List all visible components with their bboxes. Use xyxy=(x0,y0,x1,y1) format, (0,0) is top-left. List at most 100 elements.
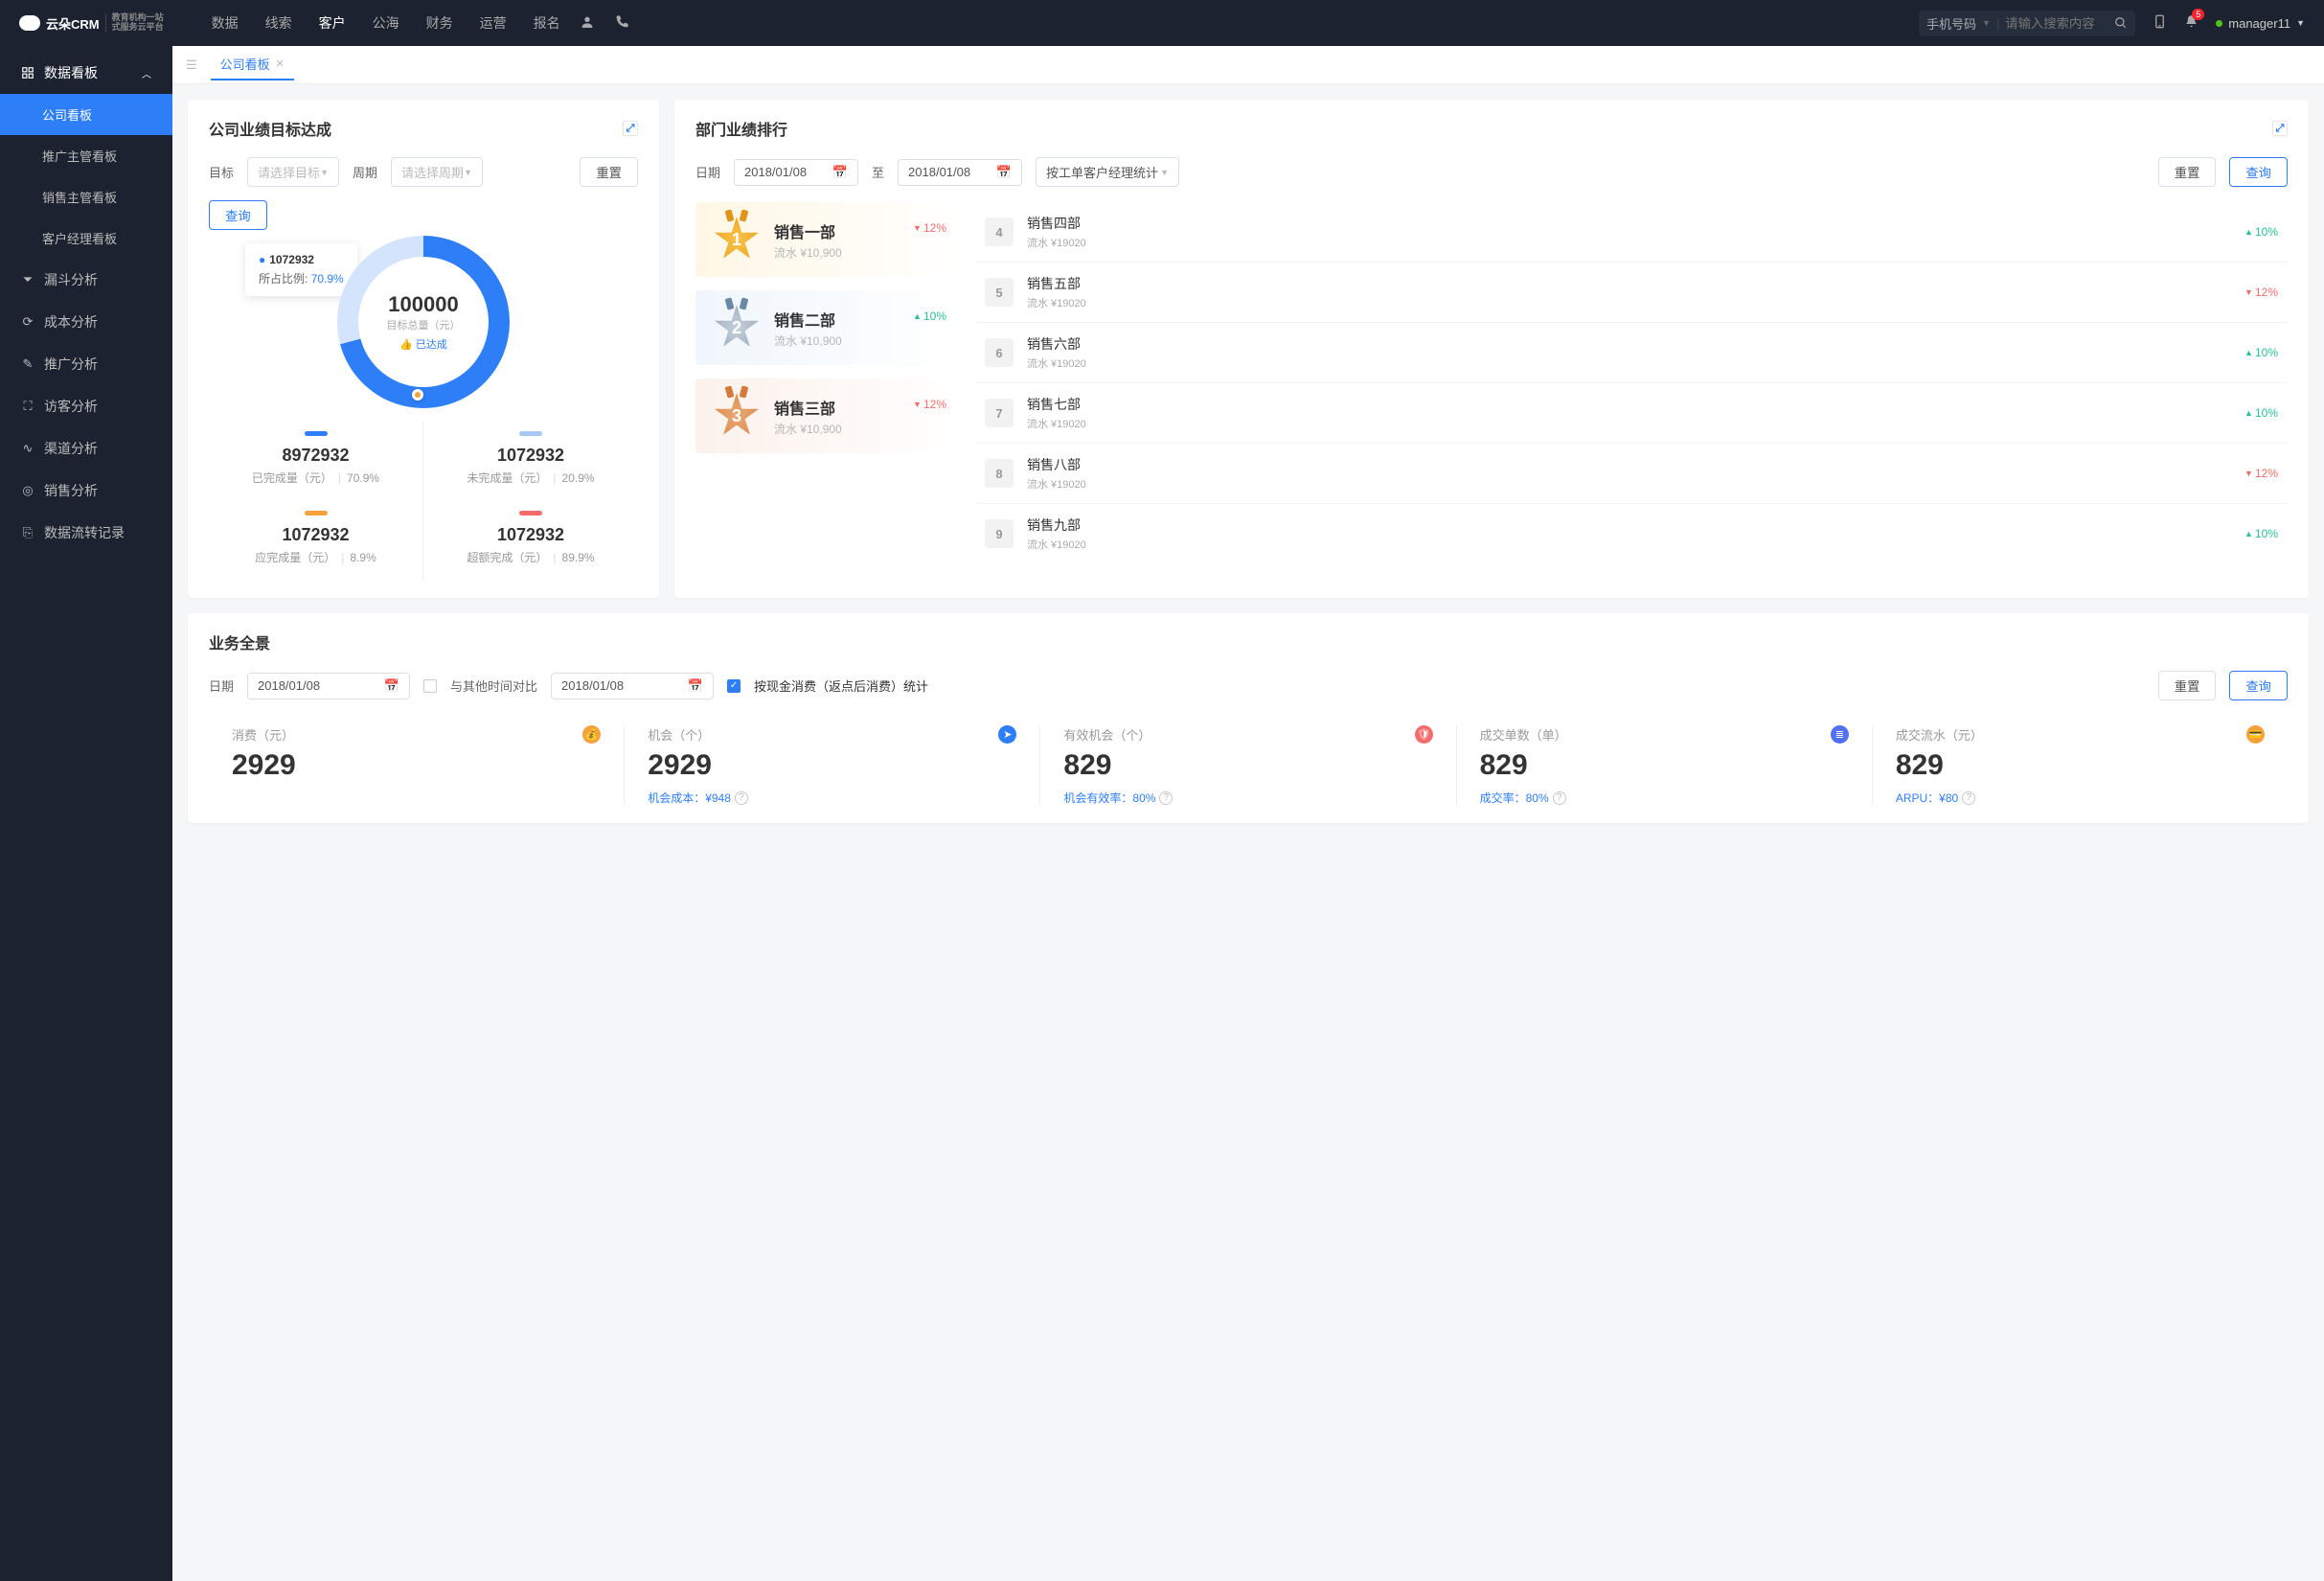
chevron-up-icon: ︿ xyxy=(142,66,151,80)
phone-icon[interactable] xyxy=(614,14,629,33)
nav-item-0[interactable]: 数据 xyxy=(212,13,239,33)
sidebar-head-dashboard[interactable]: 数据看板 ︿ xyxy=(0,52,172,94)
logo[interactable]: 云朵CRM 教育机构一站 式服务云平台 xyxy=(19,13,164,33)
delta-badge: ▼12% xyxy=(913,398,946,411)
sidebar-sub-3[interactable]: 客户经理看板 xyxy=(0,218,172,259)
label-target: 目标 xyxy=(209,163,234,181)
sidebar-item-2[interactable]: ✎推广分析 xyxy=(0,343,172,385)
date-from[interactable]: 2018/01/08📅 xyxy=(734,159,858,186)
ov-date2[interactable]: 2018/01/08📅 xyxy=(551,673,714,699)
sidebar-item-5[interactable]: ◎销售分析 xyxy=(0,470,172,512)
query-button[interactable]: 查询 xyxy=(209,200,267,230)
tabs-bar: ☰ 公司看板 ✕ xyxy=(172,46,2324,84)
compare-checkbox[interactable] xyxy=(423,679,437,693)
rank-top-3[interactable]: 3销售三部流水 ¥10,900▼12% xyxy=(695,378,964,453)
logo-text: 云朵CRM xyxy=(46,14,100,33)
sidebar-item-3[interactable]: ⛶访客分析 xyxy=(0,385,172,427)
menu-toggle-icon[interactable]: ☰ xyxy=(186,57,197,73)
date-to[interactable]: 2018/01/08📅 xyxy=(898,159,1022,186)
label-date: 日期 xyxy=(209,676,234,695)
rank-title: 部门业绩排行 xyxy=(695,117,787,140)
medal-icon: 3 xyxy=(713,392,761,440)
metric-cell-1: 1072932未完成量（元）|20.9% xyxy=(423,422,638,501)
search-icon[interactable] xyxy=(2114,16,2128,30)
logo-icon xyxy=(19,15,40,31)
sidebar-icon: ⛶ xyxy=(21,400,34,413)
overview-cell-1: 机会（个）➤2929机会成本：¥948 ? xyxy=(624,725,1039,806)
sidebar-sub-0[interactable]: 公司看板 xyxy=(0,94,172,135)
rank-top-2[interactable]: 2销售二部流水 ¥10,900▲10% xyxy=(695,290,964,365)
sidebar-item-1[interactable]: ⟳成本分析 xyxy=(0,301,172,343)
overview-cell-0: 消费（元）💰2929 xyxy=(209,725,624,806)
reset-button[interactable]: 重置 xyxy=(580,157,638,187)
nav-item-3[interactable]: 公海 xyxy=(373,13,399,33)
sidebar-item-0[interactable]: ⏷漏斗分析 xyxy=(0,259,172,301)
rank-item-8[interactable]: 8销售八部流水 ¥19020▼12% xyxy=(975,444,2288,504)
chevron-down-icon: ▼ xyxy=(464,168,472,177)
delta-badge: ▼12% xyxy=(2244,286,2278,299)
calendar-icon: 📅 xyxy=(688,678,703,694)
expand-icon[interactable]: ⤢ xyxy=(2272,121,2288,136)
user-dropdown[interactable]: manager11 ▼ xyxy=(2216,16,2305,31)
rank-item-7[interactable]: 7销售七部流水 ¥19020▲10% xyxy=(975,383,2288,444)
stat-mode-select[interactable]: 按工单客户经理统计▼ xyxy=(1036,157,1179,187)
delta-badge: ▲10% xyxy=(2244,225,2278,239)
sidebar-sub-2[interactable]: 销售主管看板 xyxy=(0,176,172,218)
help-icon[interactable]: ? xyxy=(735,791,748,805)
query-button[interactable]: 查询 xyxy=(2229,157,2288,187)
target-select[interactable]: 请选择目标▼ xyxy=(247,157,339,187)
overview-cell-2: 有效机会（个）🛡829机会有效率：80% ? xyxy=(1039,725,1455,806)
mobile-icon[interactable] xyxy=(2153,14,2167,32)
nav-item-2[interactable]: 客户 xyxy=(319,13,346,33)
help-icon[interactable]: ? xyxy=(1962,791,1975,805)
nav-item-5[interactable]: 运营 xyxy=(480,13,507,33)
sidebar-icon: ⟳ xyxy=(21,315,34,329)
donut-marker-icon xyxy=(412,389,423,401)
metric-cell-2: 1072932应完成量（元）|8.9% xyxy=(209,501,423,581)
reset-button[interactable]: 重置 xyxy=(2158,671,2217,700)
tab-company-board[interactable]: 公司看板 ✕ xyxy=(211,49,294,80)
thumb-up-icon: 👍 xyxy=(399,338,413,351)
goal-card: 公司业绩目标达成 ⤢ 目标 请选择目标▼ 周期 请选择周期▼ 重置 xyxy=(188,100,659,598)
reset-button[interactable]: 重置 xyxy=(2158,157,2217,187)
label-date: 日期 xyxy=(695,163,720,181)
overview-cell-4: 成交流水（元）💳829ARPU：¥80 ? xyxy=(1872,725,2288,806)
close-icon[interactable]: ✕ xyxy=(276,57,285,70)
delta-badge: ▼12% xyxy=(2244,467,2278,480)
help-icon[interactable]: ? xyxy=(1159,791,1173,805)
bell-icon[interactable]: 5 xyxy=(2184,14,2199,32)
dashboard-icon xyxy=(21,66,34,80)
search-input[interactable] xyxy=(1999,14,2114,33)
sidebar-item-4[interactable]: ∿渠道分析 xyxy=(0,427,172,470)
nav-item-4[interactable]: 财务 xyxy=(426,13,453,33)
sidebar-icon: ⎘ xyxy=(21,526,34,539)
nav-item-6[interactable]: 报名 xyxy=(534,13,560,33)
chevron-down-icon: ▼ xyxy=(2296,18,2305,28)
search-box[interactable]: 手机号码 ▼ | xyxy=(1919,11,2135,36)
rank-item-4[interactable]: 4销售四部流水 ¥19020▲10% xyxy=(975,202,2288,263)
help-icon[interactable]: ? xyxy=(1553,791,1566,805)
rank-item-6[interactable]: 6销售六部流水 ¥19020▲10% xyxy=(975,323,2288,383)
overview-title: 业务全景 xyxy=(209,630,270,653)
period-select[interactable]: 请选择周期▼ xyxy=(391,157,483,187)
expand-icon[interactable]: ⤢ xyxy=(623,121,638,136)
logo-subtitle: 教育机构一站 式服务云平台 xyxy=(105,13,164,33)
notif-badge: 5 xyxy=(2192,9,2204,20)
person-icon[interactable] xyxy=(580,14,595,33)
ov-date1[interactable]: 2018/01/08📅 xyxy=(247,673,410,699)
metric-icon: 🛡 xyxy=(1415,725,1433,744)
delta-badge: ▼12% xyxy=(913,221,946,235)
sidebar-sub-1[interactable]: 推广主管看板 xyxy=(0,135,172,176)
donut-chart: 100000 目标总量（元） 👍已达成 xyxy=(337,236,510,408)
cash-checkbox[interactable]: ✓ xyxy=(727,679,740,693)
rank-item-9[interactable]: 9销售九部流水 ¥19020▲10% xyxy=(975,504,2288,563)
search-type[interactable]: 手机号码 xyxy=(1926,14,1976,33)
rank-top-1[interactable]: 1销售一部流水 ¥10,900▼12% xyxy=(695,202,964,277)
metric-icon: 💰 xyxy=(582,725,601,744)
rank-item-5[interactable]: 5销售五部流水 ¥19020▼12% xyxy=(975,263,2288,323)
metric-icon: ➤ xyxy=(998,725,1016,744)
calendar-icon: 📅 xyxy=(384,678,399,694)
nav-item-1[interactable]: 线索 xyxy=(265,13,292,33)
query-button[interactable]: 查询 xyxy=(2229,671,2288,700)
sidebar-item-6[interactable]: ⎘数据流转记录 xyxy=(0,512,172,554)
